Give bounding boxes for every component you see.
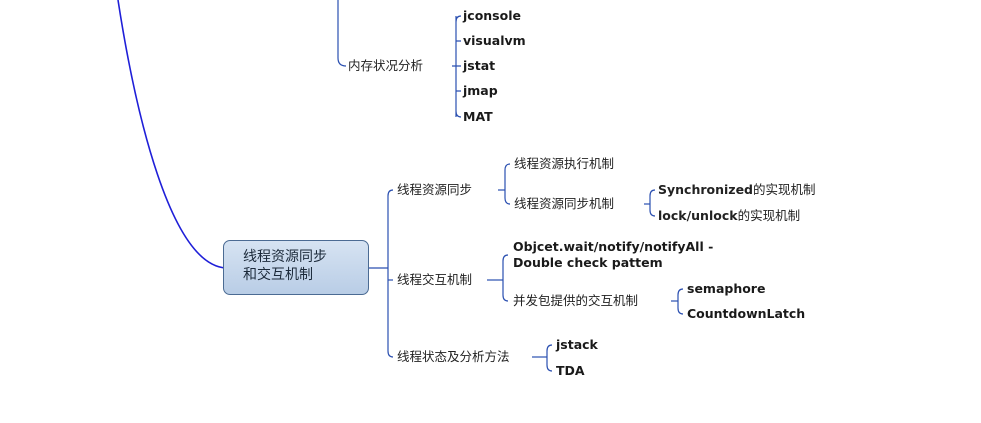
root-title-line2: 和交互机制 (243, 267, 313, 283)
node-thread-sync[interactable]: 线程资源同步 (397, 182, 472, 198)
leaf-countdownlatch: CountdownLatch (687, 306, 806, 321)
node-thread-interaction[interactable]: 线程交互机制 (397, 272, 472, 288)
memory-analysis-label: 内存状况分析 (348, 58, 424, 73)
leaf-jstack: jstack (556, 337, 598, 352)
leaf-wait-notify-line1: Objcet.wait/notify/notifyAll - (513, 239, 714, 254)
leaf-synchronized-bold: Synchronized (658, 182, 753, 197)
tool-jstat: jstat (463, 58, 496, 73)
node-concurrent-package[interactable]: 并发包提供的交互机制 (513, 293, 638, 309)
leaf-synchronized: Synchronized的实现机制 (658, 182, 816, 198)
node-exec-mechanism[interactable]: 线程资源执行机制 (514, 156, 614, 172)
leaf-tda: TDA (556, 363, 585, 378)
leaf-lock-unlock-rest: 的实现机制 (737, 208, 801, 223)
leaf-semaphore: semaphore (687, 281, 766, 296)
level1-bracket (387, 189, 394, 358)
tool-mat: MAT (463, 109, 493, 124)
root-curve (117, 0, 227, 269)
node-sync-mechanism[interactable]: 线程资源同步机制 (514, 196, 614, 212)
leaf-lock-unlock: lock/unlock的实现机制 (658, 208, 800, 224)
tool-jmap: jmap (463, 83, 498, 98)
root-node[interactable]: 线程资源同步 和交互机制 (223, 240, 369, 295)
root-title-line1: 线程资源同步 (243, 249, 327, 265)
leaf-lock-unlock-bold: lock/unlock (658, 208, 738, 223)
memory-branch-line (337, 0, 347, 67)
tool-jconsole: jconsole (463, 8, 521, 23)
leaf-wait-notify-line2: Double check pattem (513, 255, 663, 270)
node-thread-state[interactable]: 线程状态及分析方法 (397, 349, 510, 365)
tool-visualvm: visualvm (463, 33, 526, 48)
leaf-synchronized-rest: 的实现机制 (753, 182, 816, 197)
